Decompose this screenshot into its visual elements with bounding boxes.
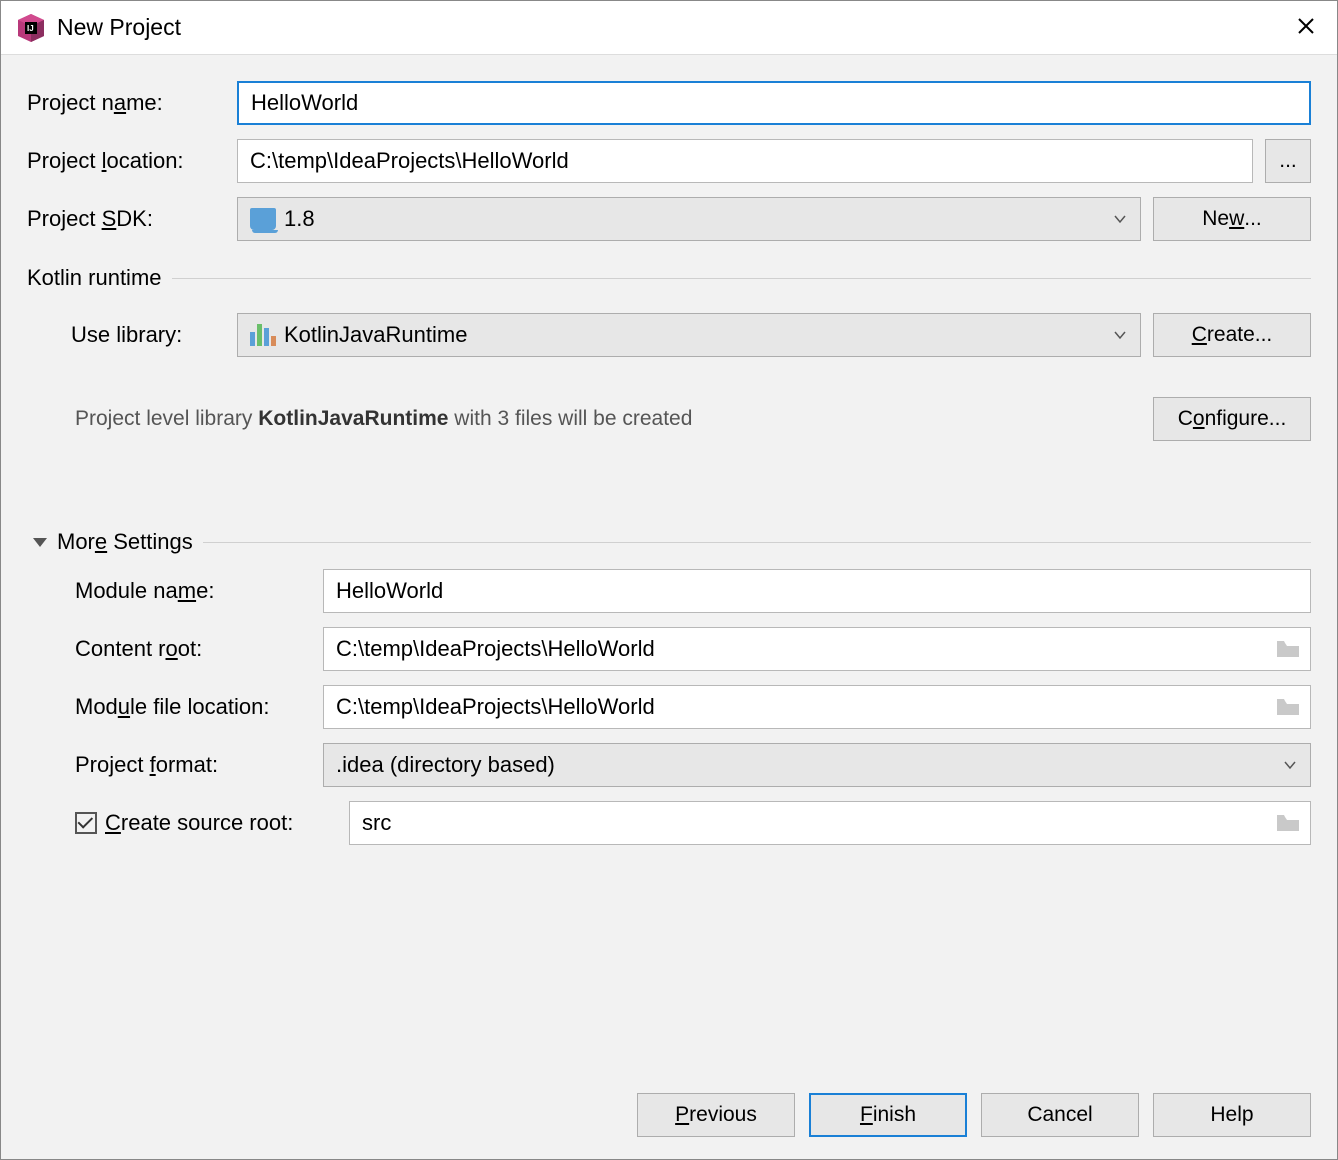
project-sdk-dropdown[interactable]: 1.8 bbox=[237, 197, 1141, 241]
create-source-root-checkbox-row: Create source root: bbox=[75, 810, 337, 836]
module-name-input[interactable] bbox=[323, 569, 1311, 613]
module-file-location-label: Module file location: bbox=[75, 694, 311, 720]
create-source-root-label: Create source root: bbox=[105, 810, 293, 836]
module-name-label: Module name: bbox=[75, 578, 311, 604]
create-source-root-checkbox[interactable] bbox=[75, 812, 97, 834]
window-title: New Project bbox=[57, 14, 181, 41]
project-sdk-label: Project SDK: bbox=[27, 206, 225, 232]
chevron-down-icon bbox=[1112, 327, 1128, 343]
chevron-down-icon bbox=[1112, 211, 1128, 227]
previous-button[interactable]: Previous bbox=[637, 1093, 795, 1137]
divider bbox=[172, 278, 1311, 279]
use-library-label: Use library: bbox=[71, 322, 225, 348]
dialog-button-bar: Previous Finish Cancel Help bbox=[1, 1079, 1337, 1159]
sdk-icon bbox=[250, 208, 276, 230]
help-button[interactable]: Help bbox=[1153, 1093, 1311, 1137]
kotlin-runtime-header: Kotlin runtime bbox=[27, 265, 162, 291]
more-settings-header: More Settings bbox=[57, 529, 193, 555]
configure-library-button[interactable]: Configure... bbox=[1153, 397, 1311, 441]
folder-icon[interactable] bbox=[1276, 640, 1300, 658]
project-sdk-value: 1.8 bbox=[284, 206, 1112, 232]
use-library-value: KotlinJavaRuntime bbox=[284, 322, 1112, 348]
close-button[interactable] bbox=[1289, 10, 1323, 46]
project-format-dropdown[interactable]: .idea (directory based) bbox=[323, 743, 1311, 787]
project-format-value: .idea (directory based) bbox=[336, 752, 1282, 778]
finish-button[interactable]: Finish bbox=[809, 1093, 967, 1137]
project-name-input[interactable] bbox=[237, 81, 1311, 125]
project-location-input[interactable] bbox=[237, 139, 1253, 183]
svg-text:IJ: IJ bbox=[27, 24, 34, 33]
new-project-dialog: IJ New Project Project name: Project loc… bbox=[0, 0, 1338, 1160]
project-location-label: Project location: bbox=[27, 148, 225, 174]
project-format-label: Project format: bbox=[75, 752, 311, 778]
titlebar: IJ New Project bbox=[1, 1, 1337, 55]
content-root-input[interactable] bbox=[324, 628, 1268, 670]
new-sdk-button[interactable]: New... bbox=[1153, 197, 1311, 241]
content-root-label: Content root: bbox=[75, 636, 311, 662]
more-settings-disclosure[interactable] bbox=[33, 538, 47, 547]
cancel-button[interactable]: Cancel bbox=[981, 1093, 1139, 1137]
folder-icon[interactable] bbox=[1276, 814, 1300, 832]
use-library-dropdown[interactable]: KotlinJavaRuntime bbox=[237, 313, 1141, 357]
source-root-input[interactable] bbox=[350, 802, 1268, 844]
divider bbox=[203, 542, 1311, 543]
project-name-label: Project name: bbox=[27, 90, 225, 116]
create-library-button[interactable]: Create... bbox=[1153, 313, 1311, 357]
library-icon bbox=[250, 324, 276, 346]
intellij-icon: IJ bbox=[15, 12, 47, 44]
folder-icon[interactable] bbox=[1276, 698, 1300, 716]
chevron-down-icon bbox=[1282, 757, 1298, 773]
library-info-text: Project level library KotlinJavaRuntime … bbox=[75, 407, 1141, 431]
module-file-location-input[interactable] bbox=[324, 686, 1268, 728]
browse-location-button[interactable]: ... bbox=[1265, 139, 1311, 183]
